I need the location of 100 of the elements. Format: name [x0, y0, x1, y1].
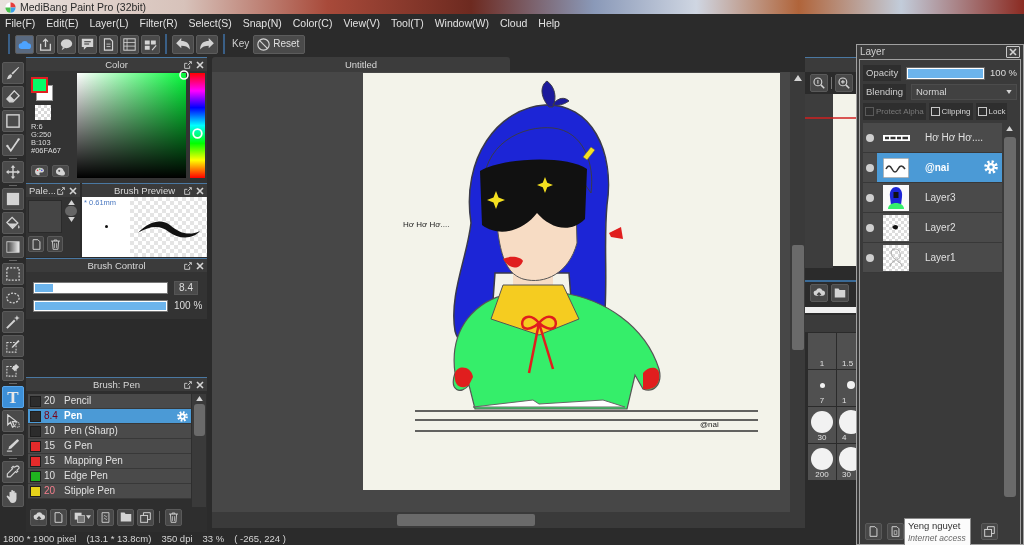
scroll-thumb[interactable] — [65, 206, 77, 216]
scroll-thumb[interactable] — [1003, 137, 1016, 497]
gear-icon[interactable] — [177, 411, 188, 422]
value-field[interactable]: 8.4 — [174, 281, 198, 295]
close-icon[interactable] — [69, 186, 77, 195]
undo-button[interactable] — [172, 34, 194, 54]
scroll-thumb[interactable] — [791, 245, 804, 350]
menu-item[interactable]: Snap(N) — [240, 16, 284, 30]
document-tab[interactable]: Untitled — [212, 57, 510, 72]
polyline-tool[interactable] — [2, 134, 24, 156]
menu-item[interactable]: Help — [536, 16, 562, 30]
message-button[interactable] — [78, 34, 97, 54]
palette-button[interactable] — [31, 165, 48, 177]
option-toggle[interactable]: Clipping — [928, 103, 973, 120]
color-swatch-pair-icon[interactable] — [31, 77, 53, 101]
palette-swatch-area[interactable] — [28, 200, 62, 233]
comment-button[interactable] — [57, 34, 76, 54]
shape-tool[interactable] — [2, 110, 24, 132]
share-button[interactable] — [36, 34, 55, 54]
brush-list-item[interactable]: 15 G Pen — [28, 439, 191, 454]
hue-slider[interactable] — [190, 73, 205, 178]
new-brush-button[interactable] — [50, 508, 67, 526]
open-folder-button[interactable] — [117, 508, 134, 526]
brush-size-tile[interactable]: 1.5 — [837, 333, 857, 369]
operation-tool[interactable] — [2, 410, 24, 432]
panel-scrollbar[interactable] — [805, 307, 857, 313]
brush-list-item[interactable]: 10 Edge Pen — [28, 469, 191, 484]
popout-icon[interactable] — [184, 380, 192, 389]
close-button[interactable] — [1006, 46, 1020, 58]
menu-item[interactable]: Cloud — [497, 16, 530, 30]
popout-icon[interactable] — [184, 60, 192, 69]
menu-item[interactable]: Window(W) — [432, 16, 491, 30]
brush-size-tile[interactable]: 1 — [808, 333, 836, 369]
copy-brush-button[interactable] — [70, 508, 94, 526]
scroll-up-icon[interactable] — [1006, 126, 1013, 131]
eraser-tool[interactable] — [2, 86, 24, 108]
upload-button[interactable] — [30, 508, 47, 526]
new-layer-button[interactable] — [865, 522, 882, 540]
list-button[interactable] — [120, 34, 139, 54]
new-palette-button[interactable] — [28, 236, 44, 252]
redo-button[interactable] — [196, 34, 218, 54]
dropper-tool[interactable] — [2, 461, 24, 483]
menu-item[interactable]: Edit(E) — [44, 16, 81, 30]
pen-tool[interactable] — [2, 434, 24, 456]
visibility-dot[interactable] — [866, 253, 874, 262]
close-icon[interactable] — [196, 186, 204, 195]
popout-icon[interactable] — [184, 261, 192, 270]
layer-row[interactable]: Layer2 — [863, 213, 1002, 243]
menu-item[interactable]: Layer(L) — [87, 16, 131, 30]
layer-row[interactable]: Layer1 — [863, 243, 1002, 273]
brush-size-tile[interactable]: 30 — [808, 407, 836, 443]
gear-icon[interactable] — [984, 160, 998, 174]
popout-icon[interactable] — [184, 186, 192, 195]
brush-list-item[interactable]: 20 Pencil — [28, 394, 191, 409]
brush-tool[interactable] — [2, 62, 24, 84]
delete-palette-button[interactable] — [47, 236, 63, 252]
brush-list-item[interactable]: 8.4 Pen — [28, 409, 191, 424]
scroll-up-icon[interactable] — [793, 75, 802, 81]
reset-button[interactable]: Reset — [253, 34, 306, 54]
new-layer-button[interactable] — [887, 522, 904, 540]
actual-size-button[interactable] — [810, 74, 828, 92]
brush-size-tile[interactable]: 7 — [808, 370, 836, 406]
menu-item[interactable]: File(F) — [3, 16, 38, 30]
scroll-thumb[interactable] — [397, 514, 535, 526]
zoom-in-button[interactable] — [835, 74, 853, 92]
scroll-up-icon[interactable] — [195, 396, 203, 401]
brush-size-tile[interactable]: 1 — [837, 370, 857, 406]
close-icon[interactable] — [196, 261, 204, 270]
scroll-thumb[interactable] — [193, 404, 205, 436]
select-tool[interactable] — [2, 263, 24, 285]
lasso-tool[interactable] — [2, 287, 24, 309]
option-toggle[interactable]: Lock — [975, 103, 1008, 120]
script-button[interactable] — [97, 508, 114, 526]
upload-button[interactable] — [810, 284, 828, 302]
layer-row[interactable]: Hơ Hơ Hơ.... — [863, 123, 1002, 153]
close-icon[interactable] — [196, 380, 204, 389]
selecteraser-tool[interactable] — [2, 359, 24, 381]
close-icon[interactable] — [196, 60, 204, 69]
menu-item[interactable]: View(V) — [341, 16, 382, 30]
visibility-dot[interactable] — [866, 193, 874, 202]
blend-mode-dropdown[interactable]: Normal — [911, 84, 1017, 100]
brush-size-tile[interactable]: 4 — [837, 407, 857, 443]
layer-row[interactable]: Layer3 — [863, 183, 1002, 213]
brush-list-item[interactable]: 20 Stipple Pen — [28, 484, 191, 499]
selectpen-tool[interactable] — [2, 335, 24, 357]
brush-list-item[interactable]: 10 Pen (Sharp) — [28, 424, 191, 439]
gradient-tool[interactable] — [2, 236, 24, 258]
fill-tool[interactable] — [2, 188, 24, 210]
color-mix-button[interactable] — [52, 165, 69, 177]
open-folder-button[interactable] — [831, 284, 849, 302]
bucket-tool[interactable] — [2, 212, 24, 234]
duplicate-layer-button[interactable] — [981, 522, 998, 540]
visibility-dot[interactable] — [866, 223, 874, 232]
transparent-color-swatch[interactable] — [35, 105, 51, 120]
move-tool[interactable] — [2, 161, 24, 183]
menu-item[interactable]: Color(C) — [290, 16, 335, 30]
delete-brush-button[interactable] — [165, 508, 182, 526]
document-button[interactable] — [99, 34, 118, 54]
popout-icon[interactable] — [57, 186, 65, 195]
brush-size-tile[interactable]: 200 — [808, 444, 836, 480]
